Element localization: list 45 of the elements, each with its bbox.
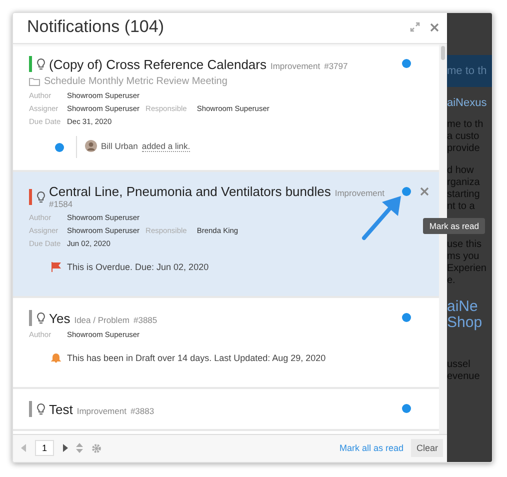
lightbulb-icon bbox=[36, 58, 46, 70]
notification-title[interactable]: (Copy of) Cross Reference Calendars bbox=[49, 56, 266, 72]
notification-title[interactable]: Test bbox=[49, 402, 73, 416]
item-type: Improvement bbox=[270, 60, 320, 70]
previous-icon[interactable] bbox=[21, 444, 27, 452]
unread-dot[interactable] bbox=[55, 142, 64, 152]
notification-title[interactable]: Yes bbox=[49, 310, 70, 326]
item-number: #3885 bbox=[134, 314, 158, 324]
activity-link[interactable]: added a link. bbox=[142, 140, 190, 152]
next-icon[interactable] bbox=[62, 444, 68, 452]
lightbulb-icon bbox=[36, 190, 46, 202]
item-number: #1584 bbox=[49, 199, 73, 209]
lightbulb-icon bbox=[36, 312, 46, 324]
clear-button[interactable]: Clear bbox=[411, 439, 443, 457]
alert-message: This has been in Draft over 14 days. Last Updated: Aug 29, 2020 bbox=[67, 353, 326, 363]
item-type: Improvement bbox=[334, 188, 384, 198]
page-banner: me to th bbox=[447, 55, 492, 87]
page-field[interactable]: 1 bbox=[35, 440, 54, 456]
unread-dot[interactable] bbox=[402, 404, 411, 413]
bell-icon bbox=[51, 353, 61, 363]
page-heading: aiNexus bbox=[447, 97, 488, 109]
unread-dot[interactable] bbox=[402, 187, 411, 196]
user-name: Bill Urban bbox=[101, 141, 138, 151]
item-number: #3883 bbox=[130, 406, 154, 416]
item-number: #3797 bbox=[324, 60, 348, 70]
dismiss-icon[interactable] bbox=[420, 187, 429, 196]
unread-dot[interactable] bbox=[402, 313, 411, 322]
item-type: Idea / Problem bbox=[74, 314, 130, 324]
tooltip: Mark as read bbox=[423, 218, 485, 234]
alert-message: This is Overdue. Due: Jun 02, 2020 bbox=[67, 262, 209, 272]
sort-icon[interactable] bbox=[76, 443, 84, 453]
close-icon[interactable] bbox=[430, 22, 439, 32]
expand-icon[interactable] bbox=[410, 22, 420, 32]
unread-dot[interactable] bbox=[402, 59, 411, 68]
notification-card[interactable]: Test Improvement #3883 bbox=[13, 389, 439, 431]
folder-icon bbox=[29, 77, 40, 86]
page-title: aiNe Shop bbox=[447, 299, 484, 331]
settings-icon[interactable] bbox=[91, 442, 102, 454]
scrollbar-thumb[interactable] bbox=[441, 46, 445, 60]
notification-title[interactable]: Central Line, Pneumonia and Ventilators bundles bbox=[49, 184, 331, 199]
lightbulb-icon bbox=[36, 403, 46, 415]
avatar-icon bbox=[85, 140, 97, 152]
panel-title: Notifications (104) bbox=[27, 17, 166, 37]
item-type: Improvement bbox=[76, 406, 126, 416]
flag-icon bbox=[51, 262, 61, 272]
